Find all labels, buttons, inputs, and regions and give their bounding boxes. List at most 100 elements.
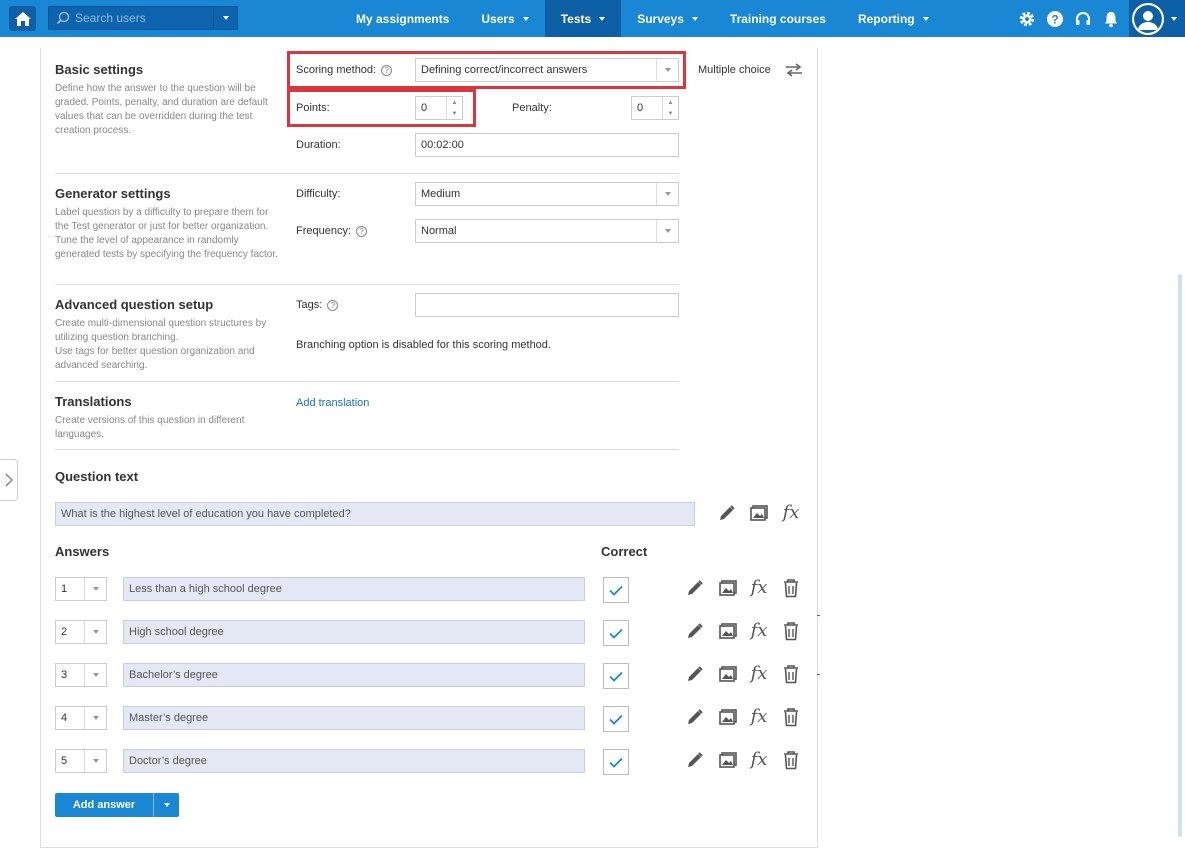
- formula-icon[interactable]: fx: [780, 501, 802, 523]
- correct-checkbox[interactable]: [603, 749, 629, 775]
- trash-icon[interactable]: [780, 620, 802, 642]
- formula-icon[interactable]: fx: [748, 662, 770, 684]
- nav-training-courses[interactable]: Training courses: [714, 0, 842, 37]
- image-icon[interactable]: [717, 663, 739, 685]
- question-type-label: Multiple choice: [698, 63, 771, 77]
- answer-text-field[interactable]: High school degree: [123, 620, 585, 644]
- correct-checkbox[interactable]: [603, 620, 629, 646]
- gear-icon[interactable]: [1013, 0, 1041, 37]
- section-divider: [55, 284, 679, 285]
- answer-order-select[interactable]: 2: [55, 620, 107, 644]
- image-icon[interactable]: [717, 749, 739, 771]
- answer-order-select[interactable]: 5: [55, 749, 107, 773]
- caret-down-icon[interactable]: ▼: [663, 108, 678, 119]
- answer-number: 5: [61, 755, 68, 767]
- basic-settings-description: Define how the answer to the question wi…: [55, 83, 268, 136]
- answer-text-field[interactable]: Bachelor’s degree: [123, 663, 585, 687]
- formula-icon[interactable]: fx: [748, 705, 770, 727]
- trash-icon[interactable]: [780, 577, 802, 599]
- question-type-text: Multiple choice: [698, 64, 771, 76]
- answer-number: 1: [61, 583, 68, 595]
- image-icon[interactable]: [748, 502, 770, 524]
- section-divider: [55, 173, 679, 174]
- nav-reporting[interactable]: Reporting: [842, 0, 945, 37]
- penalty-value: 0: [637, 102, 644, 114]
- answer-text-field[interactable]: Doctor’s degree: [123, 749, 585, 773]
- generator-settings-title: Generator settings: [55, 186, 171, 201]
- pencil-icon[interactable]: [684, 706, 706, 728]
- headset-icon[interactable]: [1069, 0, 1097, 37]
- difficulty-value: Medium: [421, 188, 461, 200]
- nav-surveys[interactable]: Surveys: [621, 0, 714, 37]
- question-text-field[interactable]: What is the highest level of education y…: [55, 502, 695, 526]
- penalty-input[interactable]: 0 ▲ ▼: [631, 96, 679, 120]
- nav-users[interactable]: Users: [465, 0, 544, 37]
- advanced-setup-description-1: Create multi-dimensional question struct…: [55, 318, 267, 343]
- image-icon[interactable]: [717, 706, 739, 728]
- caret-up-icon[interactable]: ▲: [663, 97, 678, 108]
- add-answer-dropdown[interactable]: [153, 793, 179, 817]
- chevron-down-icon: [664, 229, 671, 233]
- nav-label: Training courses: [729, 11, 826, 26]
- image-icon[interactable]: [717, 620, 739, 642]
- answer-text-field[interactable]: Less than a high school degree: [123, 577, 585, 601]
- sidebar-expand-tab[interactable]: [0, 459, 18, 501]
- trash-icon[interactable]: [780, 663, 802, 685]
- correct-checkbox[interactable]: [603, 663, 629, 689]
- home-button[interactable]: [9, 6, 36, 31]
- top-navigation-bar: My assignments Users Tests Surveys Train…: [0, 0, 1185, 37]
- formula-icon[interactable]: fx: [748, 748, 770, 770]
- add-answer-button[interactable]: Add answer: [55, 793, 179, 817]
- chevron-down-icon: [92, 716, 99, 720]
- penalty-label-text: Penalty:: [512, 102, 552, 114]
- frequency-value: Normal: [421, 225, 457, 237]
- search-filter-dropdown[interactable]: [213, 7, 237, 29]
- correct-checkbox[interactable]: [603, 706, 629, 732]
- answer-order-select[interactable]: 1: [55, 577, 107, 601]
- add-translation-link[interactable]: Add translation: [296, 397, 369, 409]
- pencil-icon[interactable]: [684, 577, 706, 599]
- chevron-down-icon: [163, 803, 170, 807]
- trash-icon[interactable]: [780, 706, 802, 728]
- help-circle-icon[interactable]: ?: [327, 299, 339, 311]
- answer-text-field[interactable]: Master’s degree: [123, 706, 585, 730]
- checkmark-icon: [609, 585, 623, 596]
- image-icon[interactable]: [717, 577, 739, 599]
- help-circle-icon[interactable]: ?: [356, 225, 368, 237]
- nav-tests[interactable]: Tests: [544, 0, 622, 37]
- nav-label: Users: [481, 11, 515, 26]
- answer-text: Less than a high school degree: [129, 583, 282, 595]
- answer-number: 4: [61, 712, 68, 724]
- answer-text: Doctor’s degree: [129, 755, 207, 767]
- difficulty-select[interactable]: Medium: [415, 182, 679, 206]
- answer-order-select[interactable]: 4: [55, 706, 107, 730]
- tags-label: Tags: ?: [296, 298, 339, 312]
- formula-icon[interactable]: fx: [748, 619, 770, 641]
- switch-type-icon[interactable]: [783, 59, 805, 81]
- pencil-icon[interactable]: [684, 749, 706, 771]
- help-icon[interactable]: ?: [1041, 0, 1069, 37]
- vertical-scrollbar[interactable]: [1178, 274, 1182, 837]
- frequency-select[interactable]: Normal: [415, 219, 679, 243]
- nav-my-assignments[interactable]: My assignments: [340, 0, 465, 37]
- add-answer-label: Add answer: [72, 799, 136, 811]
- pencil-icon[interactable]: [716, 502, 738, 524]
- search-input[interactable]: [75, 10, 235, 26]
- chevron-down-icon: [922, 16, 929, 21]
- search-icon: [56, 11, 70, 25]
- formula-icon[interactable]: fx: [748, 576, 770, 598]
- pencil-icon[interactable]: [684, 663, 706, 685]
- correct-checkbox[interactable]: [603, 577, 629, 603]
- question-text-value: What is the highest level of education y…: [61, 508, 351, 520]
- user-menu[interactable]: [1129, 0, 1185, 37]
- tags-input[interactable]: [415, 293, 679, 317]
- bell-icon[interactable]: [1097, 0, 1125, 37]
- chevron-down-icon: [599, 16, 606, 21]
- answer-order-select[interactable]: 3: [55, 663, 107, 687]
- trash-icon[interactable]: [780, 749, 802, 771]
- duration-value: 00:02:00: [421, 139, 464, 151]
- pencil-icon[interactable]: [684, 620, 706, 642]
- duration-input[interactable]: 00:02:00: [415, 133, 679, 157]
- penalty-stepper[interactable]: ▲ ▼: [662, 97, 678, 119]
- nav-label: My assignments: [356, 11, 450, 26]
